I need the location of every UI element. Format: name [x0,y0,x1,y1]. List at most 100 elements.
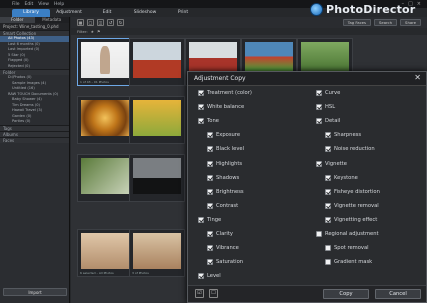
option-row[interactable]: Treatment (color) [198,89,252,97]
option-row[interactable]: Brightness [207,188,244,196]
option-row[interactable]: Shadows [207,174,239,182]
option-row[interactable]: Level [198,272,221,280]
adjustment-copy-dialog: Adjustment Copy ✕ Treatment (color) White… [187,71,427,303]
option-checkbox[interactable] [325,146,331,153]
option-row[interactable]: Vibrance [207,244,239,252]
menu-view[interactable]: View [38,2,49,7]
flag-filter-icon[interactable]: ⚑ [97,29,100,34]
option-checkbox[interactable] [198,216,204,223]
rotate-left-icon[interactable]: ↺ [107,19,114,26]
option-row[interactable]: Black level [207,145,244,153]
option-row[interactable]: Noise reduction [325,145,375,153]
tab-library[interactable]: Library [12,9,50,17]
dialog-close-icon[interactable]: ✕ [414,74,421,82]
option-row[interactable]: Keystone [325,174,358,182]
option-checkbox[interactable] [325,245,331,252]
menu-help[interactable]: Help [54,2,64,7]
option-checkbox[interactable] [207,245,213,252]
brand-name: PhotoDirector [326,2,416,16]
option-label: Detail [325,118,341,125]
option-checkbox[interactable] [207,231,213,237]
photo-thumbnail[interactable]: 3 of Photos [129,229,185,277]
single-view-icon[interactable]: ▢ [87,19,94,26]
import-button[interactable]: Import [3,288,67,296]
rotate-right-icon[interactable]: ↻ [117,19,124,26]
option-checkbox[interactable] [207,259,213,266]
photo-thumbnail[interactable] [129,96,185,144]
compare-view-icon[interactable]: ◫ [97,19,104,26]
option-row[interactable]: Saturation [207,258,243,266]
option-checkbox[interactable] [198,118,204,125]
option-row[interactable]: Tone [198,117,219,125]
option-checkbox[interactable] [316,104,322,111]
grid-view-icon[interactable]: ▦ [77,19,84,26]
option-row[interactable]: HSL [316,103,335,111]
filter-label: Filter: [77,29,88,34]
photo-thumbnail[interactable] [129,154,185,202]
deselect-all-icon[interactable]: ☐ [209,289,218,298]
option-row[interactable]: Spot removal [325,244,369,252]
option-checkbox[interactable] [207,132,213,139]
section-faces[interactable]: Faces [0,136,69,143]
option-checkbox[interactable] [325,259,331,266]
star-filter-icon[interactable]: ★ [91,29,94,34]
option-row[interactable]: Regional adjustment [316,230,379,238]
tab-edit[interactable]: Edit [88,9,126,17]
option-row[interactable]: Vignette [316,160,347,168]
photo-thumbnail[interactable]: 6 selected – All Photos [77,229,133,277]
option-row[interactable]: Highlights [207,160,242,168]
option-checkbox[interactable] [316,118,322,125]
option-checkbox[interactable] [198,90,204,96]
option-row[interactable]: Vignetting effect [325,216,377,224]
option-row[interactable]: Curve [316,89,340,97]
cancel-button[interactable]: Cancel [375,289,421,299]
menu-file[interactable]: File [12,2,20,7]
photo-caption: 6 selected – All Photos [80,271,114,275]
mode-tabs: Library Adjustment Edit Slideshow Print [0,8,310,17]
option-label: Curve [325,90,341,96]
option-label: Level [207,273,221,280]
option-checkbox[interactable] [207,160,213,167]
option-checkbox[interactable] [316,231,322,237]
option-row[interactable]: Vignette removal [325,202,379,210]
dialog-title: Adjustment Copy [194,75,246,82]
option-checkbox[interactable] [325,174,331,181]
tag-faces-button[interactable]: Tag Faces [342,19,371,26]
option-checkbox[interactable] [316,90,322,96]
tab-slideshow[interactable]: Slideshow [126,9,164,17]
option-row[interactable]: Detail [316,117,340,125]
menu-edit[interactable]: Edit [25,2,34,7]
photo-thumbnail[interactable]: 1 of 43 – 01 Photos [77,38,133,86]
option-row[interactable]: Sharpness [325,131,361,139]
share-button[interactable]: Share [400,19,421,26]
option-row[interactable]: Contrast [207,202,238,210]
dialog-options: Treatment (color) White balance Tone Exposu… [198,89,423,285]
photo-thumbnail[interactable] [77,96,133,144]
copy-button[interactable]: Copy [323,289,369,299]
photo-thumbnail[interactable] [129,38,185,86]
option-row[interactable]: White balance [198,103,244,111]
option-checkbox[interactable] [325,188,331,195]
option-row[interactable]: Tinge [198,216,221,224]
option-checkbox[interactable] [325,202,331,209]
option-row[interactable]: Clarity [207,230,233,238]
option-checkbox[interactable] [325,216,331,223]
option-checkbox[interactable] [207,174,213,181]
option-checkbox[interactable] [207,202,213,209]
option-checkbox[interactable] [198,273,204,280]
option-checkbox[interactable] [207,188,213,195]
select-all-icon[interactable]: ☑ [195,289,204,298]
tab-print[interactable]: Print [164,9,202,17]
option-checkbox[interactable] [207,146,213,153]
option-checkbox[interactable] [198,104,204,111]
option-row[interactable]: Fisheye distortion [325,188,380,196]
window-close-icon[interactable]: × [417,1,421,7]
option-label: Clarity [216,231,233,237]
option-row[interactable]: Exposure [207,131,240,139]
option-checkbox[interactable] [325,132,331,139]
search-button[interactable]: Search [373,19,398,26]
option-checkbox[interactable] [316,160,322,167]
photo-thumbnail[interactable] [77,154,133,202]
option-row[interactable]: Gradient mask [325,258,372,266]
tab-adjustment[interactable]: Adjustment [50,9,88,17]
